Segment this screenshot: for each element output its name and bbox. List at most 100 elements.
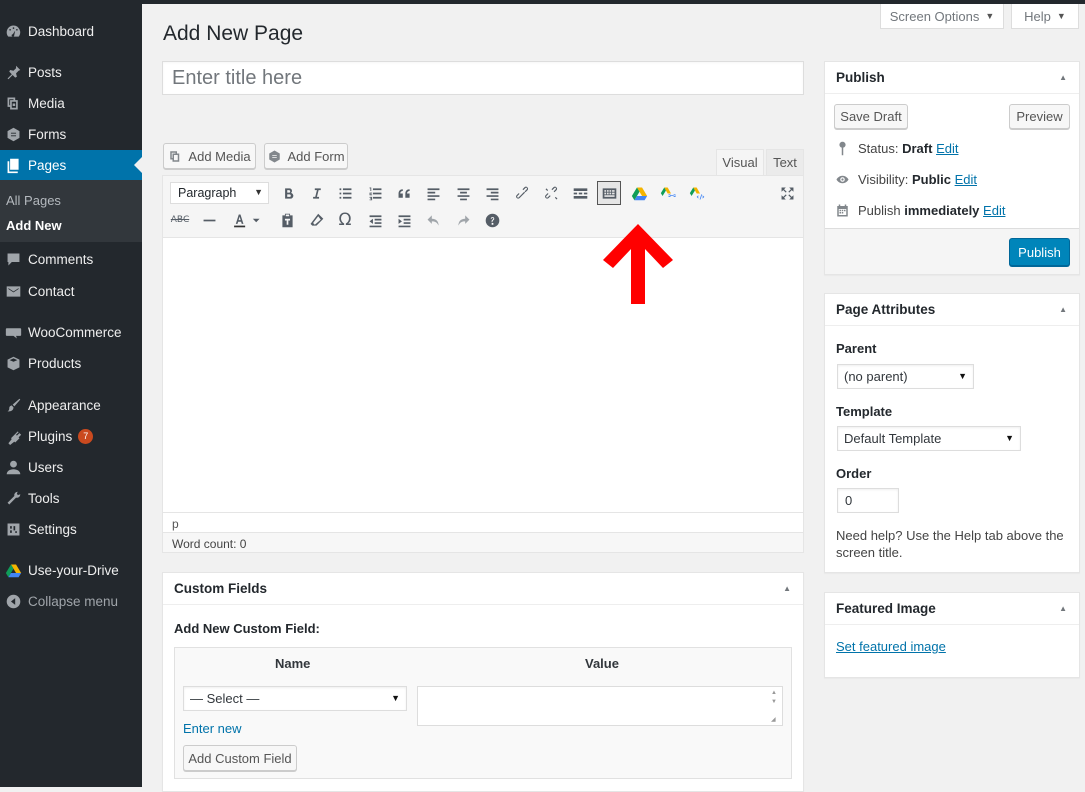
add-custom-field-button[interactable]: Add Custom Field [183, 745, 297, 771]
indent-icon[interactable] [392, 208, 416, 232]
drive-link-icon[interactable] [656, 181, 680, 205]
title-input[interactable] [162, 61, 804, 95]
sidebar-item-label: Contact [28, 283, 75, 299]
edit-visibility-link[interactable]: Edit [955, 172, 977, 187]
pages-icon [4, 156, 22, 174]
sidebar-item-tools[interactable]: Tools [0, 483, 142, 513]
sidebar-collapse-menu[interactable]: Collapse menu [0, 586, 142, 616]
enter-new-link[interactable]: Enter new [183, 721, 242, 736]
italic-icon[interactable] [304, 181, 328, 205]
preview-button[interactable]: Preview [1009, 104, 1070, 129]
products-icon [4, 354, 22, 372]
chevron-down-icon: ▼ [958, 371, 967, 381]
read-more-icon[interactable] [568, 181, 592, 205]
element-path: p [163, 512, 803, 532]
align-center-icon[interactable] [451, 181, 475, 205]
chevron-down-icon: ▼ [254, 187, 263, 197]
scrollbar-arrows-icon[interactable]: ▲ ▼ ◢ [771, 689, 780, 725]
woocommerce-icon [4, 323, 22, 341]
clear-formatting-icon[interactable] [304, 208, 328, 232]
special-character-icon[interactable]: Ω [333, 208, 357, 232]
screen-options-button[interactable]: Screen Options ▼ [880, 4, 1004, 29]
visibility-label: Visibility: [858, 172, 909, 187]
custom-field-key-select[interactable]: — Select — ▼ [183, 686, 407, 711]
custom-fields-header[interactable]: Custom Fields ▲ [163, 573, 803, 605]
google-drive-icon[interactable] [627, 181, 651, 205]
sidebar-item-plugins[interactable]: Plugins 7 [0, 421, 142, 451]
bold-icon[interactable] [276, 181, 300, 205]
sidebar-item-dashboard[interactable]: Dashboard [0, 16, 142, 46]
set-featured-image-link[interactable]: Set featured image [836, 639, 946, 654]
sidebar-item-contact[interactable]: Contact [0, 276, 142, 306]
edit-status-link[interactable]: Edit [936, 141, 958, 156]
publish-button[interactable]: Publish [1009, 238, 1070, 266]
collapse-arrow-icon[interactable]: ▲ [1059, 73, 1067, 82]
toolbar-toggle-icon[interactable] [597, 181, 621, 205]
drive-embed-icon[interactable] [685, 181, 709, 205]
align-left-icon[interactable] [421, 181, 445, 205]
submenu-all-pages[interactable]: All Pages [6, 193, 61, 208]
add-media-label: Add Media [188, 148, 251, 164]
sidebar-item-woocommerce[interactable]: WooCommerce [0, 317, 142, 347]
add-media-button[interactable]: Add Media [163, 143, 256, 169]
strikethrough-icon[interactable]: ABC [168, 208, 192, 232]
edit-schedule-link[interactable]: Edit [983, 203, 1005, 218]
help-button[interactable]: Help ▼ [1011, 4, 1079, 29]
sidebar-item-appearance[interactable]: Appearance [0, 390, 142, 420]
custom-field-table: Name Value — Select — ▼ Enter new ▲ ▼ ◢ Ad… [174, 647, 792, 779]
format-select[interactable]: Paragraph ▼ [170, 182, 269, 204]
caret-down-icon: ▼ [985, 11, 995, 21]
horizontal-line-icon[interactable] [197, 208, 221, 232]
featured-image-title: Featured Image [836, 601, 936, 616]
add-form-button[interactable]: Add Form [264, 143, 348, 169]
sidebar-item-settings[interactable]: Settings [0, 514, 142, 544]
editor-content-area[interactable] [163, 238, 803, 512]
parent-select[interactable]: (no parent) ▼ [837, 364, 974, 389]
paste-as-text-icon[interactable] [275, 208, 299, 232]
comments-icon [4, 250, 22, 268]
page-attributes-header[interactable]: Page Attributes ▲ [825, 294, 1079, 326]
submenu-add-new[interactable]: Add New [6, 218, 62, 233]
bulleted-list-icon[interactable] [333, 181, 357, 205]
sidebar-item-use-your-drive[interactable]: Use-your-Drive [0, 555, 142, 585]
status-row: Status: Draft Edit [835, 141, 958, 156]
sidebar-item-media[interactable]: Media [0, 88, 142, 118]
save-draft-button[interactable]: Save Draft [834, 104, 908, 129]
parent-select-value: (no parent) [844, 369, 908, 384]
wrench-icon [4, 489, 22, 507]
pin-icon [839, 141, 846, 156]
collapse-arrow-icon[interactable]: ▲ [1059, 604, 1067, 613]
sidebar-item-forms[interactable]: Forms [0, 119, 142, 149]
help-label: Help [1024, 8, 1051, 24]
sidebar-item-users[interactable]: Users [0, 452, 142, 482]
collapse-arrow-icon[interactable]: ▲ [1059, 305, 1067, 314]
unlink-icon[interactable] [539, 181, 563, 205]
order-input[interactable]: 0 [837, 488, 899, 513]
paintbrush-icon [4, 396, 22, 414]
publish-header[interactable]: Publish ▲ [825, 62, 1079, 94]
redo-icon[interactable] [451, 208, 475, 232]
fullscreen-icon[interactable] [775, 181, 799, 205]
collapse-arrow-icon[interactable]: ▲ [783, 584, 791, 593]
blockquote-icon[interactable] [392, 181, 416, 205]
keyboard-shortcuts-help-icon[interactable] [480, 208, 504, 232]
publish-title: Publish [836, 70, 885, 85]
sidebar-item-posts[interactable]: Posts [0, 57, 142, 87]
admin-sidebar: Dashboard Posts Media Forms Pages All Pa… [0, 0, 142, 787]
chevron-down-icon: ▼ [1005, 433, 1014, 443]
template-select[interactable]: Default Template ▼ [837, 426, 1021, 451]
align-right-icon[interactable] [480, 181, 504, 205]
tab-visual[interactable]: Visual [716, 149, 764, 175]
sidebar-item-pages[interactable]: Pages [0, 150, 142, 180]
text-color-icon[interactable] [227, 208, 265, 232]
link-icon[interactable] [510, 181, 534, 205]
sidebar-item-products[interactable]: Products [0, 348, 142, 378]
featured-image-header[interactable]: Featured Image ▲ [825, 593, 1079, 625]
custom-field-value-textarea[interactable]: ▲ ▼ ◢ [417, 686, 783, 726]
outdent-icon[interactable] [363, 208, 387, 232]
undo-icon[interactable] [421, 208, 445, 232]
numbered-list-icon[interactable] [363, 181, 387, 205]
sidebar-item-comments[interactable]: Comments [0, 244, 142, 274]
tab-text[interactable]: Text [766, 149, 804, 175]
publish-actions: Publish [825, 228, 1079, 274]
